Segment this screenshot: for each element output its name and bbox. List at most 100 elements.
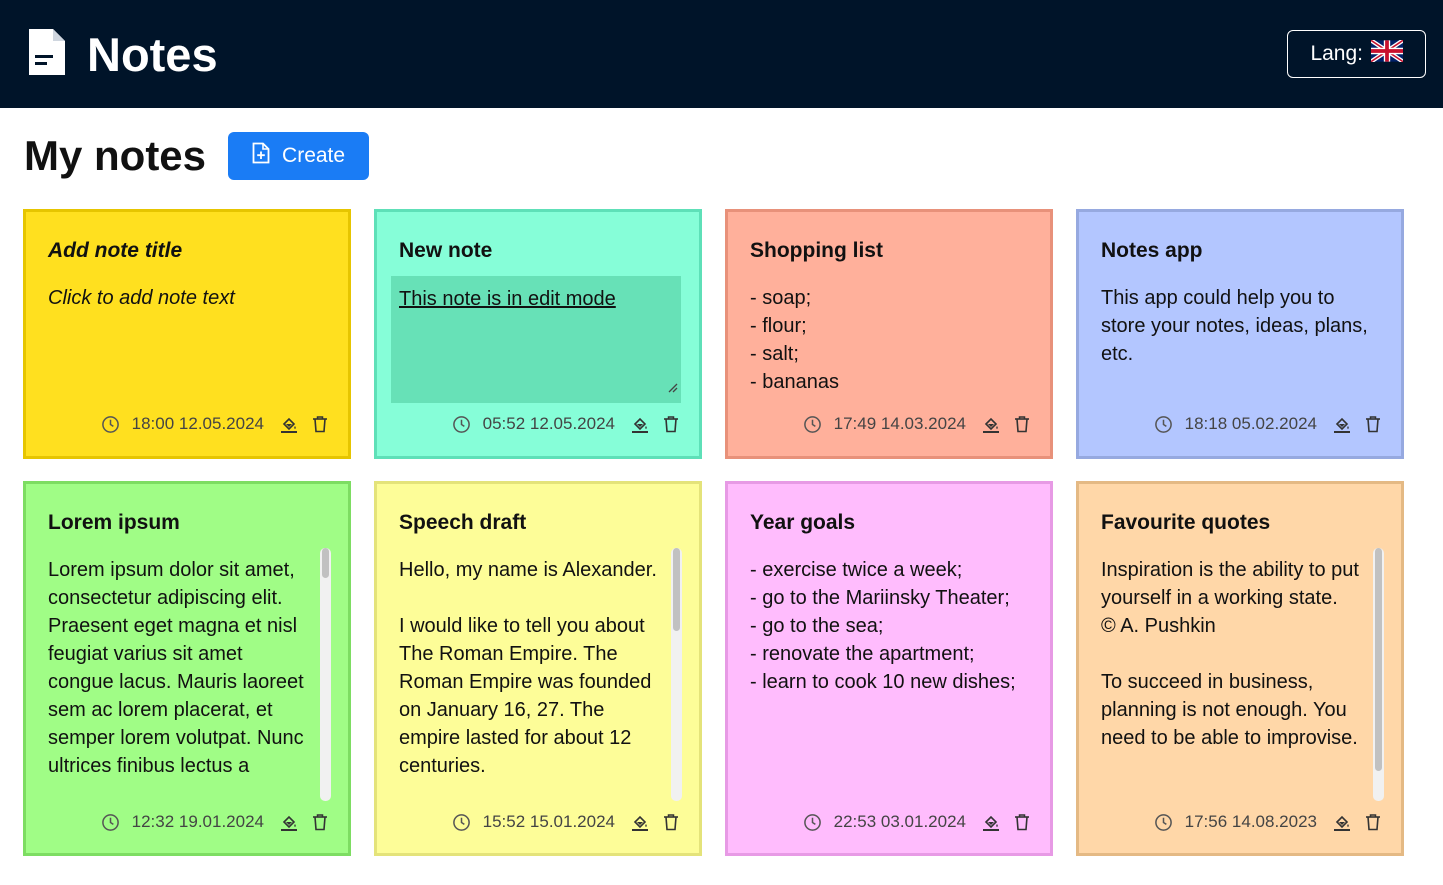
create-note-button[interactable]: Create [228,132,370,180]
note-card[interactable]: Lorem ipsum Lorem ipsum dolor sit amet, c… [23,481,351,856]
note-card[interactable]: New note This note is in edit mode 05:52 1… [374,209,702,459]
paint-bucket-icon[interactable] [280,415,298,433]
note-text[interactable]: Click to add note text [48,284,326,414]
note-footer: 15:52 15.01.2024 [452,812,679,832]
scrollbar[interactable] [671,548,682,801]
resize-handle-icon[interactable] [666,374,678,400]
trash-icon[interactable] [1365,813,1381,831]
note-title[interactable]: Lorem ipsum [48,510,326,536]
trash-icon[interactable] [663,415,679,433]
trash-icon[interactable] [1014,415,1030,433]
paint-bucket-icon[interactable] [982,813,1000,831]
clock-icon [803,415,822,434]
note-card[interactable]: Shopping list - soap; - flour; - salt; - … [725,209,1053,459]
note-time: 05:52 [482,414,526,433]
notes-grid: Add note title Click to add note text 18:0… [23,209,1404,859]
app-title: Notes [87,27,218,81]
clock-icon [101,415,120,434]
paint-bucket-icon[interactable] [631,813,649,831]
create-label: Create [282,144,346,167]
note-time: 15:52 [482,812,526,831]
note-footer: 17:49 14.03.2024 [803,414,1030,434]
trash-icon[interactable] [312,415,328,433]
clock-icon [803,813,822,832]
note-date: 19.01.2024 [178,812,264,831]
note-footer: 22:53 03.01.2024 [803,812,1030,832]
note-time: 12:32 [131,812,175,831]
note-date: 12.05.2024 [529,414,615,433]
trash-icon[interactable] [1365,415,1381,433]
page-title: My notes [24,132,207,179]
trash-icon[interactable] [663,813,679,831]
paint-bucket-icon[interactable] [1333,415,1351,433]
note-title[interactable]: Shopping list [750,238,1028,264]
note-text[interactable]: This app could help you to store your no… [1101,284,1379,414]
scrollbar[interactable] [320,548,331,801]
paint-bucket-icon[interactable] [982,415,1000,433]
note-footer: 18:18 05.02.2024 [1154,414,1381,434]
scrollbar-thumb[interactable] [1375,548,1382,771]
note-date: 05.02.2024 [1231,414,1317,433]
language-label: Lang: [1310,42,1363,65]
note-timestamp: 18:00 12.05.2024 [132,414,264,434]
note-date: 14.03.2024 [880,414,966,433]
note-timestamp: 18:18 05.02.2024 [1185,414,1317,434]
clock-icon [101,813,120,832]
note-text[interactable]: Inspiration is the ability to put yourse… [1101,556,1379,784]
note-date: 12.05.2024 [178,414,264,433]
note-timestamp: 17:49 14.03.2024 [834,414,966,434]
note-text[interactable]: - soap; - flour; - salt; - bananas [750,284,1028,414]
trash-icon[interactable] [312,813,328,831]
note-time: 17:49 [833,414,877,433]
note-date: 15.01.2024 [529,812,615,831]
note-date: 14.08.2023 [1231,812,1317,831]
paint-bucket-icon[interactable] [280,813,298,831]
note-time: 22:53 [833,812,877,831]
file-plus-icon [252,142,270,170]
paint-bucket-icon[interactable] [631,415,649,433]
paint-bucket-icon[interactable] [1333,813,1351,831]
note-timestamp: 22:53 03.01.2024 [834,812,966,832]
note-card[interactable]: Favourite quotes Inspiration is the abili… [1076,481,1404,856]
document-icon [27,27,67,82]
note-title[interactable]: Favourite quotes [1101,510,1379,536]
note-footer: 12:32 19.01.2024 [101,812,328,832]
note-date: 03.01.2024 [880,812,966,831]
note-title[interactable]: Add note title [48,238,326,264]
note-text[interactable]: Hello, my name is Alexander. I would lik… [399,556,677,784]
uk-flag-icon [1369,38,1405,68]
clock-icon [1154,813,1173,832]
note-text[interactable]: Lorem ipsum dolor sit amet, consectetur … [48,556,326,784]
note-title[interactable]: New note [399,238,677,264]
note-timestamp: 12:32 19.01.2024 [132,812,264,832]
brand[interactable]: Notes [27,27,218,82]
heading-row: My notes Create [24,132,370,180]
clock-icon [452,415,471,434]
clock-icon [452,813,471,832]
note-timestamp: 15:52 15.01.2024 [483,812,615,832]
note-card[interactable]: Year goals - exercise twice a week; - go … [725,481,1053,856]
note-title[interactable]: Speech draft [399,510,677,536]
note-card[interactable]: Add note title Click to add note text 18:0… [23,209,351,459]
note-time: 17:56 [1184,812,1228,831]
note-time: 18:18 [1184,414,1228,433]
note-time: 18:00 [131,414,175,433]
note-title[interactable]: Year goals [750,510,1028,536]
note-timestamp: 05:52 12.05.2024 [483,414,615,434]
note-footer: 05:52 12.05.2024 [452,414,679,434]
navbar: Notes Lang: [0,0,1443,108]
note-card[interactable]: Speech draft Hello, my name is Alexander.… [374,481,702,856]
note-text-editor[interactable]: This note is in edit mode [391,276,681,403]
note-footer: 18:00 12.05.2024 [101,414,328,434]
note-timestamp: 17:56 14.08.2023 [1185,812,1317,832]
scrollbar[interactable] [1373,548,1384,801]
scrollbar-thumb[interactable] [322,548,329,579]
clock-icon [1154,415,1173,434]
note-footer: 17:56 14.08.2023 [1154,812,1381,832]
language-button[interactable]: Lang: [1287,30,1426,78]
note-card[interactable]: Notes app This app could help you to stor… [1076,209,1404,459]
scrollbar-thumb[interactable] [673,548,680,632]
trash-icon[interactable] [1014,813,1030,831]
note-text[interactable]: - exercise twice a week; - go to the Mar… [750,556,1028,784]
note-title[interactable]: Notes app [1101,238,1379,264]
